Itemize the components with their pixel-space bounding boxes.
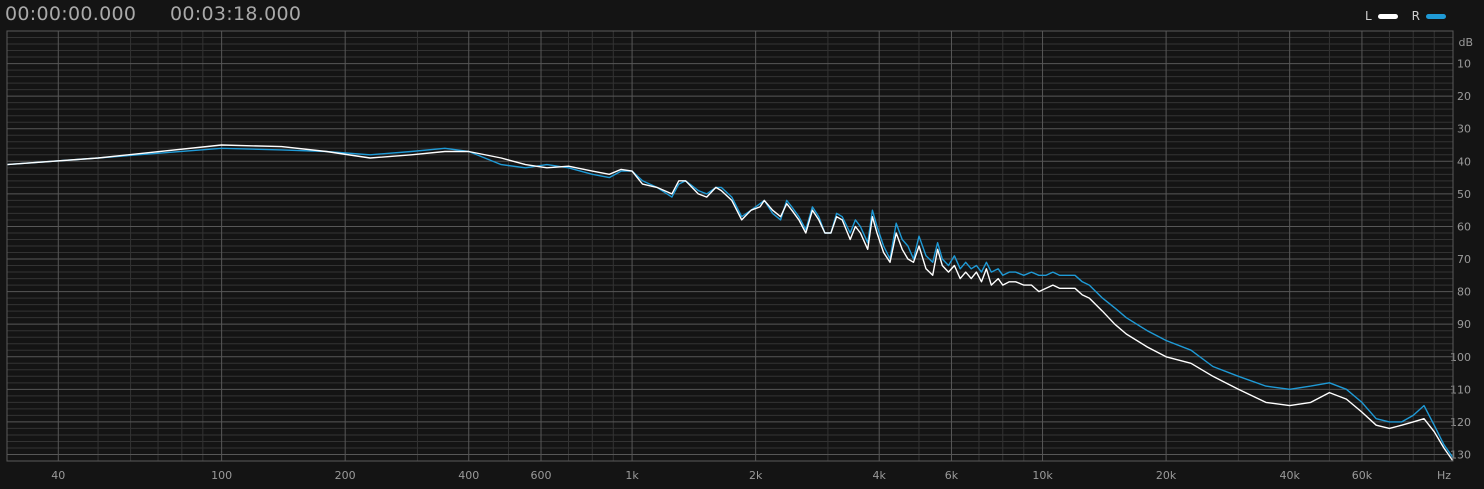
x-tick-label: 400 (458, 469, 479, 482)
x-tick-label: 4k (873, 469, 887, 482)
x-tick-label: 40 (51, 469, 65, 482)
y-tick-label: 20 (1457, 90, 1471, 103)
x-tick-label: 60k (1352, 469, 1373, 482)
x-tick-label: 20k (1156, 469, 1177, 482)
x-tick-label: 40k (1279, 469, 1300, 482)
y-tick-label: 30 (1457, 123, 1471, 136)
x-tick-label: 200 (335, 469, 356, 482)
y-tick-label: 60 (1457, 220, 1471, 233)
y-tick-label: 40 (1457, 155, 1471, 168)
y-tick-label: 10 (1457, 58, 1471, 71)
y-tick-label: 90 (1457, 318, 1471, 331)
x-tick-label: 10k (1032, 469, 1053, 482)
y-tick-label: 70 (1457, 253, 1471, 266)
x-tick-label: 6k (945, 469, 959, 482)
x-tick-label: 1k (625, 469, 639, 482)
y-tick-label: 50 (1457, 188, 1471, 201)
x-tick-label: 100 (211, 469, 232, 482)
x-tick-label: 600 (531, 469, 552, 482)
y-tick-label: 80 (1457, 286, 1471, 299)
x-axis-unit: Hz (1437, 469, 1451, 482)
y-axis-unit: dB (1458, 36, 1473, 49)
x-tick-label: 2k (749, 469, 763, 482)
spectrum-chart: 10203040506070809010011012013040 100 200 40… (6, 30, 1473, 482)
